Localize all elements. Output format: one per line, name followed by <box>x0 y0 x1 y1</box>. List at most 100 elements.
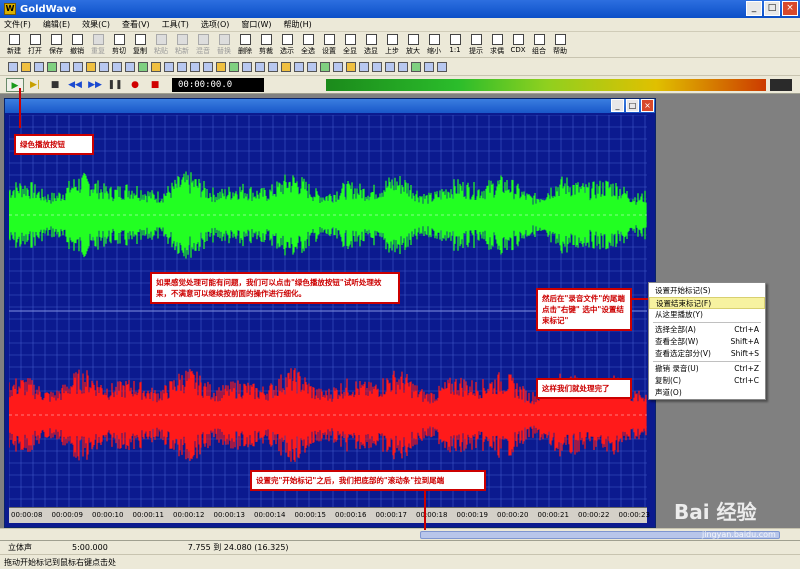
effect-icon[interactable] <box>320 61 330 72</box>
context-menu-item-8[interactable]: 声道(O) <box>649 387 765 399</box>
toolbar-button-2[interactable]: 保存 <box>46 32 66 57</box>
toolbar-button-10[interactable]: 替换 <box>214 32 234 57</box>
toolbar-button-4[interactable]: 重复 <box>88 32 108 57</box>
toolbar-button-6[interactable]: 复制 <box>130 32 150 57</box>
menu-item-0[interactable]: 文件(F) <box>4 19 31 30</box>
child-minimize-button[interactable]: _ <box>611 99 624 112</box>
toolbar-button-16[interactable]: 全显 <box>340 32 360 57</box>
context-menu-item-1[interactable]: 设置结束标记(F) <box>649 297 765 309</box>
effect-icon[interactable] <box>8 61 18 72</box>
context-menu-item-5[interactable]: 查看选定部分(V) Shift+S <box>649 348 765 360</box>
toolbar-button-24[interactable]: CDX <box>508 32 528 57</box>
toolbar-button-23[interactable]: 求偶 <box>487 32 507 57</box>
effect-icon[interactable] <box>398 61 408 72</box>
context-menu-label: 复制(C) <box>655 376 682 385</box>
record-button[interactable]: ● <box>126 78 144 92</box>
effect-icon[interactable] <box>346 61 356 72</box>
effect-icon[interactable] <box>112 61 122 72</box>
effect-icon[interactable] <box>21 61 31 72</box>
toolbar-button-14[interactable]: 全选 <box>298 32 318 57</box>
toolbar-button-25[interactable]: 组合 <box>529 32 549 57</box>
menu-item-7[interactable]: 帮助(H) <box>284 19 312 30</box>
maximize-button[interactable]: □ <box>764 1 780 16</box>
context-menu-item-7[interactable]: 复制(C) Ctrl+C <box>649 375 765 387</box>
effect-icon[interactable] <box>385 61 395 72</box>
menu-item-1[interactable]: 编辑(E) <box>43 19 70 30</box>
toolbar-button-18[interactable]: 上步 <box>382 32 402 57</box>
effect-icon[interactable] <box>372 61 382 72</box>
toolbar-button-15[interactable]: 设置 <box>319 32 339 57</box>
effect-icon[interactable] <box>437 61 447 72</box>
toolbar-button-13[interactable]: 选示 <box>277 32 297 57</box>
effect-icon[interactable] <box>242 61 252 72</box>
toolbar-button-20[interactable]: 缩小 <box>424 32 444 57</box>
context-menu-item-0[interactable]: 设置开始标记(S) <box>649 285 765 297</box>
effect-icon[interactable] <box>294 61 304 72</box>
toolbar-button-26[interactable]: 帮助 <box>550 32 570 57</box>
menu-item-2[interactable]: 效果(C) <box>82 19 110 30</box>
toolbar-button-3[interactable]: 撤销 <box>67 32 87 57</box>
effect-icon[interactable] <box>125 61 135 72</box>
effect-icon[interactable] <box>177 61 187 72</box>
toolbar-button-17[interactable]: 选显 <box>361 32 381 57</box>
menu-bar: 文件(F) 编辑(E) 效果(C) 查看(V) 工具(T) 选项(O) 窗口(W) 帮助(H) <box>0 18 800 32</box>
play-selection-button[interactable]: ▶| <box>26 78 44 92</box>
arrow-to-play <box>19 88 21 128</box>
effect-icon[interactable] <box>333 61 343 72</box>
effect-icon[interactable] <box>281 61 291 72</box>
effect-icon[interactable] <box>216 61 226 72</box>
combine-icon <box>533 34 545 45</box>
effect-icon[interactable] <box>229 61 239 72</box>
menu-item-5[interactable]: 选项(O) <box>201 19 230 30</box>
effect-icon[interactable] <box>99 61 109 72</box>
close-button[interactable]: × <box>782 1 798 16</box>
child-close-button[interactable]: × <box>641 99 654 112</box>
effect-icon[interactable] <box>255 61 265 72</box>
effect-icon[interactable] <box>73 61 83 72</box>
context-menu-item-4[interactable]: 查看全部(W) Shift+A <box>649 336 765 348</box>
fx-icon <box>491 34 503 45</box>
effect-icon[interactable] <box>151 61 161 72</box>
green-play-button[interactable]: ▶ <box>6 77 24 92</box>
effect-icon[interactable] <box>47 61 57 72</box>
effect-icon[interactable] <box>164 61 174 72</box>
effect-icon[interactable] <box>190 61 200 72</box>
effect-icon[interactable] <box>268 61 278 72</box>
toolbar-button-5[interactable]: 剪切 <box>109 32 129 57</box>
effect-icon[interactable] <box>34 61 44 72</box>
child-maximize-button[interactable]: □ <box>626 99 639 112</box>
toolbar-label: 设置 <box>322 47 336 55</box>
stop-button[interactable]: ■ <box>46 78 64 92</box>
timeline-ruler[interactable]: 00:00:08 00:00:09 00:00:10 00:00:11 00:00:12… <box>9 507 650 523</box>
context-menu-item-2[interactable]: 从这里播放(Y) <box>649 309 765 321</box>
context-menu-item-6[interactable]: 撤销 录音(U) Ctrl+Z <box>649 363 765 375</box>
menu-item-6[interactable]: 窗口(W) <box>241 19 271 30</box>
toolbar-button-1[interactable]: 打开 <box>25 32 45 57</box>
toolbar-button-8[interactable]: 粘新 <box>172 32 192 57</box>
record-selection-button[interactable]: ■ <box>146 78 164 92</box>
effect-icon[interactable] <box>203 61 213 72</box>
context-menu-item-3[interactable]: 选择全部(A) Ctrl+A <box>649 324 765 336</box>
effect-icon[interactable] <box>60 61 70 72</box>
minimize-button[interactable]: _ <box>746 1 762 16</box>
toolbar-button-7[interactable]: 粘贴 <box>151 32 171 57</box>
effect-icon[interactable] <box>307 61 317 72</box>
fast-forward-button[interactable]: ▶▶ <box>86 78 104 92</box>
toolbar-button-0[interactable]: 新建 <box>4 32 24 57</box>
effect-icon[interactable] <box>86 61 96 72</box>
menu-item-4[interactable]: 工具(T) <box>162 19 189 30</box>
effect-icon[interactable] <box>359 61 369 72</box>
effect-icon[interactable] <box>424 61 434 72</box>
rewind-button[interactable]: ◀◀ <box>66 78 84 92</box>
toolbar-button-9[interactable]: 混音 <box>193 32 213 57</box>
toolbar-button-19[interactable]: 放大 <box>403 32 423 57</box>
toolbar-button-22[interactable]: 提示 <box>466 32 486 57</box>
menu-item-3[interactable]: 查看(V) <box>122 19 150 30</box>
toolbar-button-21[interactable]: 1:1 <box>445 32 465 57</box>
set-icon <box>323 34 335 45</box>
effect-icon[interactable] <box>411 61 421 72</box>
toolbar-button-12[interactable]: 剪裁 <box>256 32 276 57</box>
pause-button[interactable]: ❚❚ <box>106 78 124 92</box>
toolbar-button-11[interactable]: 删除 <box>235 32 255 57</box>
effect-icon[interactable] <box>138 61 148 72</box>
